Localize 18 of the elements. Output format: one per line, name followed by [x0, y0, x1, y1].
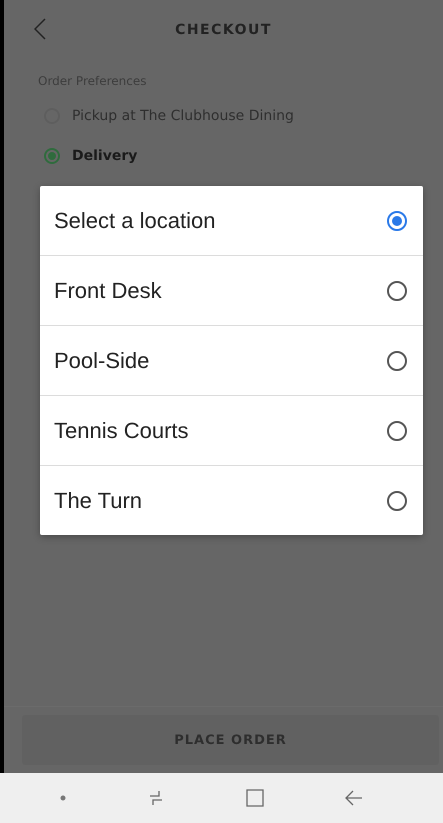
- dot-icon: [60, 795, 66, 801]
- page-title: CHECKOUT: [175, 22, 272, 38]
- location-option[interactable]: Select a location: [54, 208, 216, 234]
- radio-button[interactable]: [387, 350, 407, 370]
- radio-button[interactable]: [387, 420, 407, 440]
- back-arrow-icon[interactable]: [344, 790, 363, 806]
- option-label: Pickup at The Clubhouse Dining: [72, 108, 294, 124]
- option-label: Delivery: [72, 148, 138, 164]
- radio-button[interactable]: [387, 490, 407, 510]
- location-option[interactable]: Front Desk: [54, 278, 162, 304]
- radio-button[interactable]: [387, 280, 407, 300]
- back-icon[interactable]: [34, 18, 46, 40]
- location-option[interactable]: The Turn: [54, 488, 142, 514]
- location-option[interactable]: Pool-Side: [54, 348, 150, 374]
- radio-button[interactable]: [387, 210, 407, 230]
- radio-button[interactable]: [44, 148, 60, 164]
- home-icon[interactable]: [246, 789, 264, 807]
- location-option[interactable]: Tennis Courts: [54, 418, 189, 444]
